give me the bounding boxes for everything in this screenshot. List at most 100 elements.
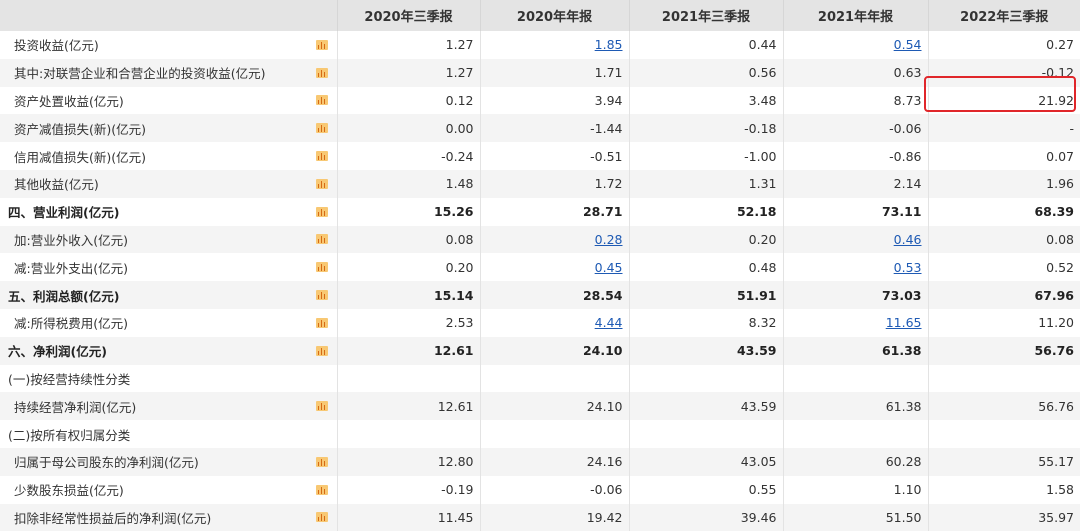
value-link[interactable]: 0.46 [894,232,922,247]
bar-chart-icon[interactable] [315,234,328,245]
value-cell: -0.12 [928,58,1080,87]
table-row: 减:所得税费用(亿元) 2.53 4.44 8.32 11.65 11.20 [0,308,1080,337]
value-cell: 21.92 [1038,92,1074,108]
value-cell: 61.38 [783,336,929,365]
value-cell: 0.20 [629,225,784,254]
row-label-text: 投资收益(亿元) [14,38,99,54]
value-link[interactable]: 0.53 [894,260,922,275]
value-cell: 60.28 [783,447,929,476]
value-cell: - [928,114,1080,143]
value-cell: 1.71 [480,58,630,87]
value-cell: 56.76 [928,392,1080,421]
value-cell: -0.18 [629,114,784,143]
value-cell [783,364,929,393]
bar-chart-icon[interactable] [315,151,328,162]
table-row: 少数股东损益(亿元) -0.19 -0.06 0.55 1.10 1.58 [0,475,1080,504]
value-cell: 0.45 [480,253,630,282]
value-cell: 2.53 [337,308,481,337]
value-cell [629,420,784,448]
value-link[interactable]: 0.54 [894,37,922,52]
row-label: 其中:对联营企业和合营企业的投资收益(亿元) [0,58,338,87]
value-cell: 15.26 [337,197,481,226]
value-cell: 1.10 [783,475,929,504]
value-cell: -1.00 [629,142,784,170]
value-cell: 61.38 [783,392,929,421]
bar-chart-icon[interactable] [315,401,328,412]
value-cell: 1.48 [337,169,481,198]
value-cell: 1.72 [480,169,630,198]
table-row: 扣除非经常性损益后的净利润(亿元) 11.45 19.42 39.46 51.50 35.… [0,503,1080,531]
value-link[interactable]: 0.45 [595,260,623,275]
value-cell: 51.50 [783,503,929,531]
value-cell: 0.52 [1046,259,1074,275]
bar-chart-icon[interactable] [315,317,328,328]
value-cell: 12.61 [337,336,481,365]
value-cell: 12.61 [337,392,481,421]
value-cell: 24.16 [480,447,630,476]
value-cell: 43.59 [629,392,784,421]
row-label: 资产处置收益(亿元) [0,86,338,115]
row-label-text: 其他收益(亿元) [14,177,99,193]
bar-chart-icon[interactable] [315,456,328,467]
table-row: 四、营业利润(亿元) 15.26 28.71 52.18 73.11 68.39 [0,197,1080,226]
value-cell: 24.10 [480,336,630,365]
header-2020-annual: 2020年年报 [480,0,630,31]
value-link[interactable]: 4.44 [595,315,623,330]
row-label: (一)按经营持续性分类 [0,364,338,393]
value-cell: 1.85 [480,31,630,59]
bar-chart-icon[interactable] [315,39,328,50]
bar-chart-icon[interactable] [315,512,328,523]
value-cell: 67.96 [928,281,1080,309]
value-cell: 0.55 [629,475,784,504]
value-cell: 1.27 [337,31,481,59]
value-cell: 11.20 [1038,315,1074,331]
row-label: 投资收益(亿元) [0,31,338,59]
value-cell: 0.56 [629,58,784,87]
value-cell: -0.06 [480,475,630,504]
value-link[interactable]: 11.65 [886,315,922,330]
bar-chart-icon[interactable] [315,67,328,78]
value-cell: -0.24 [337,142,481,170]
table-row: 五、利润总额(亿元) 15.14 28.54 51.91 73.03 67.96 [0,281,1080,309]
value-cell: 0.08 [928,225,1080,254]
table-row: 其他收益(亿元) 1.48 1.72 1.31 2.14 1.96 [0,169,1080,198]
row-label-text: 五、利润总额(亿元) [8,288,120,304]
row-label: 资产减值损失(新)(亿元) [0,114,338,143]
value-cell: 0.08 [337,225,481,254]
value-cell: 1.27 [337,58,481,87]
header-item-label [0,0,338,31]
bar-chart-icon[interactable] [315,345,328,356]
row-label-text: 资产处置收益(亿元) [14,93,124,109]
row-label-text: 信用减值损失(新)(亿元) [14,149,147,165]
row-label: 少数股东损益(亿元) [0,475,338,504]
value-cell [480,364,630,393]
value-cell: 51.91 [629,281,784,309]
value-link[interactable]: 0.28 [595,232,623,247]
bar-chart-icon[interactable] [315,484,328,495]
bar-chart-icon[interactable] [315,206,328,217]
value-cell: 8.73 [783,86,929,115]
value-link[interactable]: 1.85 [595,37,623,52]
row-label: 信用减值损失(新)(亿元) [0,142,338,170]
row-label-text: (一)按经营持续性分类 [8,371,131,387]
value-cell [629,364,784,393]
bar-chart-icon[interactable] [315,95,328,106]
bar-chart-icon[interactable] [315,262,328,273]
row-label-text: 四、营业利润(亿元) [8,205,120,221]
value-cell: -0.86 [783,142,929,170]
row-label: 扣除非经常性损益后的净利润(亿元) [0,503,338,531]
table-row: 投资收益(亿元) 1.27 1.85 0.44 0.54 0.27 [0,31,1080,59]
value-cell: 73.11 [783,197,929,226]
table-row: (二)按所有权归属分类 [0,420,1080,448]
row-label-text: 其中:对联营企业和合营企业的投资收益(亿元) [14,66,266,82]
row-label-text: 减:所得税费用(亿元) [14,316,128,332]
value-cell: 0.46 [783,225,929,254]
row-label-text: (二)按所有权归属分类 [8,427,131,443]
bar-chart-icon[interactable] [315,290,328,301]
bar-chart-icon[interactable] [315,123,328,134]
value-cell: 0.12 [337,86,481,115]
bar-chart-icon[interactable] [315,178,328,189]
value-cell: 1.96 [928,169,1080,198]
value-cell: 4.44 [480,308,630,337]
value-cell: 43.05 [629,447,784,476]
